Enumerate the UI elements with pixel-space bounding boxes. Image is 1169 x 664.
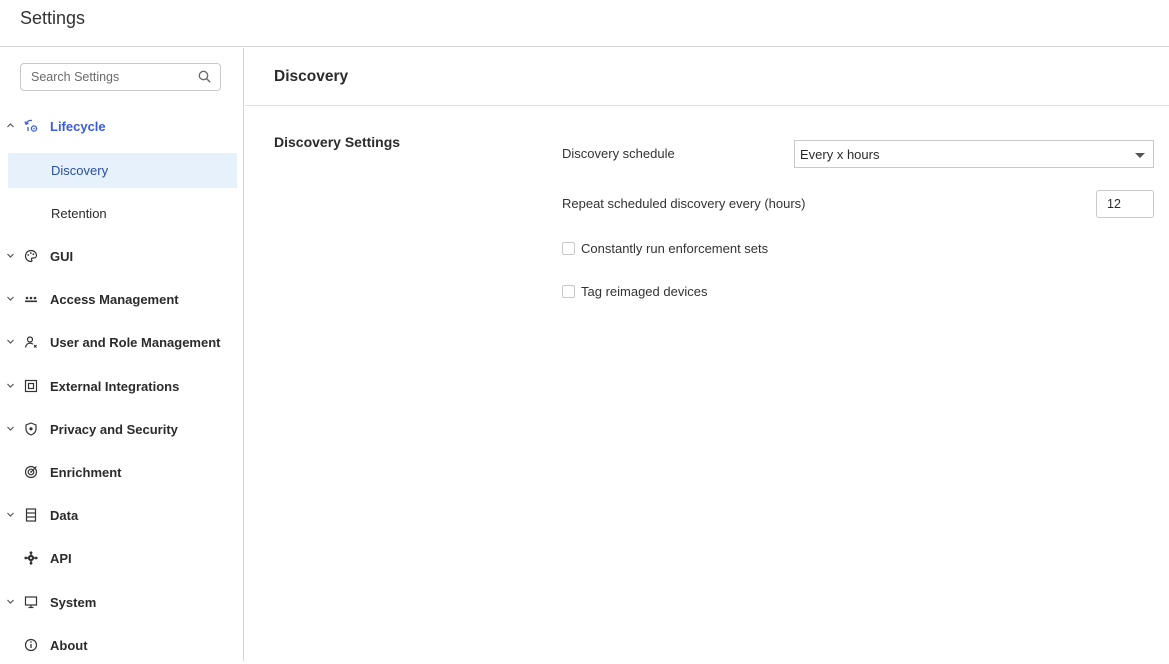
- chevron-down-icon: [7, 253, 14, 258]
- chevron-down-icon: [7, 426, 14, 431]
- search-box[interactable]: [20, 63, 221, 91]
- caret-down-icon: [1135, 153, 1145, 158]
- sidebar-item-label: User and Role Management: [50, 335, 221, 350]
- enforcement-sets-label: Constantly run enforcement sets: [581, 241, 769, 256]
- sidebar-item-api[interactable]: API: [0, 541, 243, 577]
- chevron-down-icon: [7, 383, 14, 388]
- sidebar-subitem-label: Discovery: [51, 163, 109, 178]
- chevron-down-icon: [7, 296, 14, 301]
- chevron-down-icon: [7, 599, 14, 604]
- sidebar-item-system[interactable]: System: [0, 585, 243, 621]
- data-icon: [25, 508, 37, 522]
- palette-icon: [24, 249, 38, 263]
- main-header: Discovery: [245, 48, 1169, 106]
- sidebar-item-about[interactable]: About: [0, 628, 243, 664]
- repeat-hours-input[interactable]: [1096, 190, 1154, 218]
- sidebar-item-enrichment[interactable]: Enrichment: [0, 455, 243, 491]
- sidebar-item-label: Privacy and Security: [50, 422, 178, 437]
- app-title: Settings: [20, 8, 86, 28]
- sidebar-item-access-management[interactable]: Access Management: [0, 282, 243, 318]
- sidebar-item-lifecycle[interactable]: Lifecycle: [0, 109, 243, 145]
- tag-reimaged-checkbox[interactable]: [562, 285, 575, 298]
- sidebar-item-privacy-security[interactable]: Privacy and Security: [0, 412, 243, 448]
- sidebar-item-label: System: [50, 595, 97, 610]
- sidebar-item-label: Data: [50, 508, 79, 523]
- sidebar-item-external-integrations[interactable]: External Integrations: [0, 369, 243, 405]
- sidebar-item-label: Lifecycle: [50, 119, 106, 134]
- discovery-schedule-label: Discovery schedule: [562, 146, 675, 161]
- chevron-down-icon: [7, 339, 14, 344]
- sidebar-item-label: About: [50, 638, 88, 653]
- sidebar-item-gui[interactable]: GUI: [0, 239, 243, 275]
- api-icon: [24, 551, 38, 565]
- info-icon: [24, 638, 38, 652]
- search-input[interactable]: [21, 64, 201, 90]
- sidebar-subitem-discovery[interactable]: Discovery: [8, 153, 237, 188]
- top-bar: Settings: [0, 0, 1169, 47]
- discovery-schedule-select[interactable]: Every x hours: [794, 140, 1154, 168]
- sidebar-item-label: GUI: [50, 249, 74, 264]
- lifecycle-icon: [24, 119, 38, 132]
- sidebar-item-user-role-management[interactable]: User and Role Management: [0, 325, 243, 361]
- integration-icon: [24, 379, 38, 393]
- sidebar: Lifecycle Discovery Retention GUI Access: [0, 48, 244, 661]
- repeat-hours-label: Repeat scheduled discovery every (hours): [562, 196, 806, 211]
- search-icon[interactable]: [198, 70, 211, 83]
- sidebar-subitem-retention[interactable]: Retention: [8, 196, 237, 231]
- enrichment-icon: [24, 465, 38, 479]
- sidebar-item-label: Enrichment: [50, 465, 122, 480]
- page-title: Discovery: [274, 68, 349, 85]
- sidebar-subitem-label: Retention: [51, 206, 107, 221]
- shield-icon: [25, 422, 37, 436]
- section-title: Discovery Settings: [274, 134, 401, 150]
- enforcement-sets-checkbox[interactable]: [562, 242, 575, 255]
- chevron-down-icon: [7, 512, 14, 517]
- sidebar-item-data[interactable]: Data: [0, 498, 243, 534]
- access-icon: [25, 296, 37, 303]
- chevron-up-icon: [7, 123, 14, 128]
- sidebar-item-label: External Integrations: [50, 379, 180, 394]
- sidebar-item-label: API: [50, 551, 72, 566]
- monitor-icon: [24, 596, 38, 609]
- tag-reimaged-label: Tag reimaged devices: [581, 284, 708, 299]
- user-role-icon: [24, 336, 37, 348]
- sidebar-item-label: Access Management: [50, 292, 179, 307]
- discovery-schedule-value: Every x hours: [800, 147, 880, 162]
